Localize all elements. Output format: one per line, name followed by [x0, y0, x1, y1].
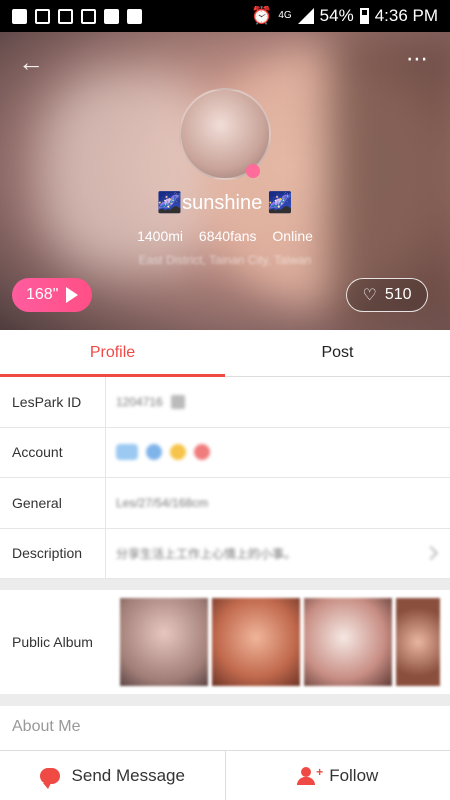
send-message-button[interactable]: Send Message — [0, 751, 225, 800]
divider — [0, 579, 450, 590]
network-type: 4G — [278, 10, 292, 21]
album-photo[interactable] — [120, 598, 208, 686]
info-row-account: Account — [0, 427, 450, 478]
mail-icon — [81, 8, 96, 24]
online-indicator — [246, 164, 260, 178]
voice-intro-button[interactable]: 168" — [12, 278, 92, 312]
signal-icon — [297, 8, 314, 24]
info-value: 1204716 — [106, 377, 450, 427]
profile-stats: 1400mi 6840fans Online — [0, 228, 450, 244]
play-icon — [66, 287, 79, 303]
album-label: Public Album — [12, 634, 93, 650]
clipboard-check-icon — [127, 8, 142, 24]
copy-icon — [170, 394, 185, 409]
online-status: Online — [272, 228, 313, 244]
like-count: 510 — [384, 286, 412, 303]
like-button[interactable]: ♡ 510 — [346, 278, 428, 312]
info-label: Description — [0, 528, 106, 578]
profile-header: ← ⋯ 🌌sunshine 🌌 1400mi 6840fans Online E… — [0, 32, 450, 330]
badge-icon — [194, 444, 210, 461]
more-options-icon[interactable]: ⋯ — [406, 46, 430, 72]
public-album[interactable]: Public Album — [0, 590, 450, 694]
distance: 1400mi — [137, 228, 184, 244]
heart-icon: ♡ — [362, 287, 377, 304]
follow-button[interactable]: + Follow — [224, 751, 450, 800]
profile-tabs: Profile Post — [0, 330, 450, 377]
chat-bubble-icon — [39, 767, 60, 789]
profile-info: LesPark ID 1204716 Account General Les/2… — [0, 377, 450, 579]
badge-icon — [146, 444, 162, 461]
clipboard-icon — [104, 8, 119, 24]
facebook-icon — [12, 8, 27, 24]
divider — [0, 694, 450, 706]
info-label: LesPark ID — [0, 377, 106, 427]
description-value: 分享生活上工作上心情上的小事。 — [116, 546, 297, 561]
bottom-action-bar: Send Message + Follow — [0, 750, 450, 800]
about-me-section: About Me — [0, 706, 450, 756]
send-message-label: Send Message — [71, 765, 185, 785]
missed-call-icon — [58, 8, 73, 24]
lespark-id-value: 1204716 — [116, 394, 163, 409]
tab-profile[interactable]: Profile — [0, 330, 225, 377]
add-user-icon: + — [297, 765, 323, 785]
album-photo[interactable] — [396, 598, 440, 686]
voice-duration: 168" — [26, 286, 59, 303]
notification-icons — [12, 8, 142, 24]
username: 🌌sunshine 🌌 — [157, 192, 293, 214]
location: East District, Tainan City, Taiwan — [138, 253, 312, 267]
alarm-icon: ⏰ — [251, 6, 273, 25]
info-row-id: LesPark ID 1204716 — [0, 377, 450, 428]
fans-count: 6840fans — [198, 228, 257, 244]
gallery-icon — [35, 8, 50, 24]
album-thumbnails — [120, 590, 440, 694]
badge-icon — [170, 444, 186, 461]
album-photo[interactable] — [304, 598, 392, 686]
info-value: Les/27/54/168cm — [116, 495, 209, 510]
back-arrow-icon[interactable]: ← — [18, 49, 44, 76]
about-me-label: About Me — [12, 718, 81, 735]
album-photo[interactable] — [212, 598, 300, 686]
account-badges — [106, 428, 450, 478]
info-label: Account — [0, 427, 106, 477]
verified-badge-icon — [116, 444, 138, 461]
status-bar: ⏰ 4G 54% 4:36 PM — [0, 0, 450, 32]
battery-icon — [359, 8, 369, 24]
chevron-right-icon — [423, 546, 439, 561]
info-row-general: General Les/27/54/168cm — [0, 478, 450, 529]
follow-label: Follow — [329, 765, 379, 785]
battery-percent: 54% — [319, 6, 354, 25]
info-label: General — [0, 478, 106, 528]
info-value: 分享生活上工作上心情上的小事。 — [106, 529, 450, 579]
info-row-description[interactable]: Description 分享生活上工作上心情上的小事。 — [0, 528, 450, 579]
tab-post[interactable]: Post — [225, 330, 450, 376]
clock: 4:36 PM — [374, 6, 438, 25]
